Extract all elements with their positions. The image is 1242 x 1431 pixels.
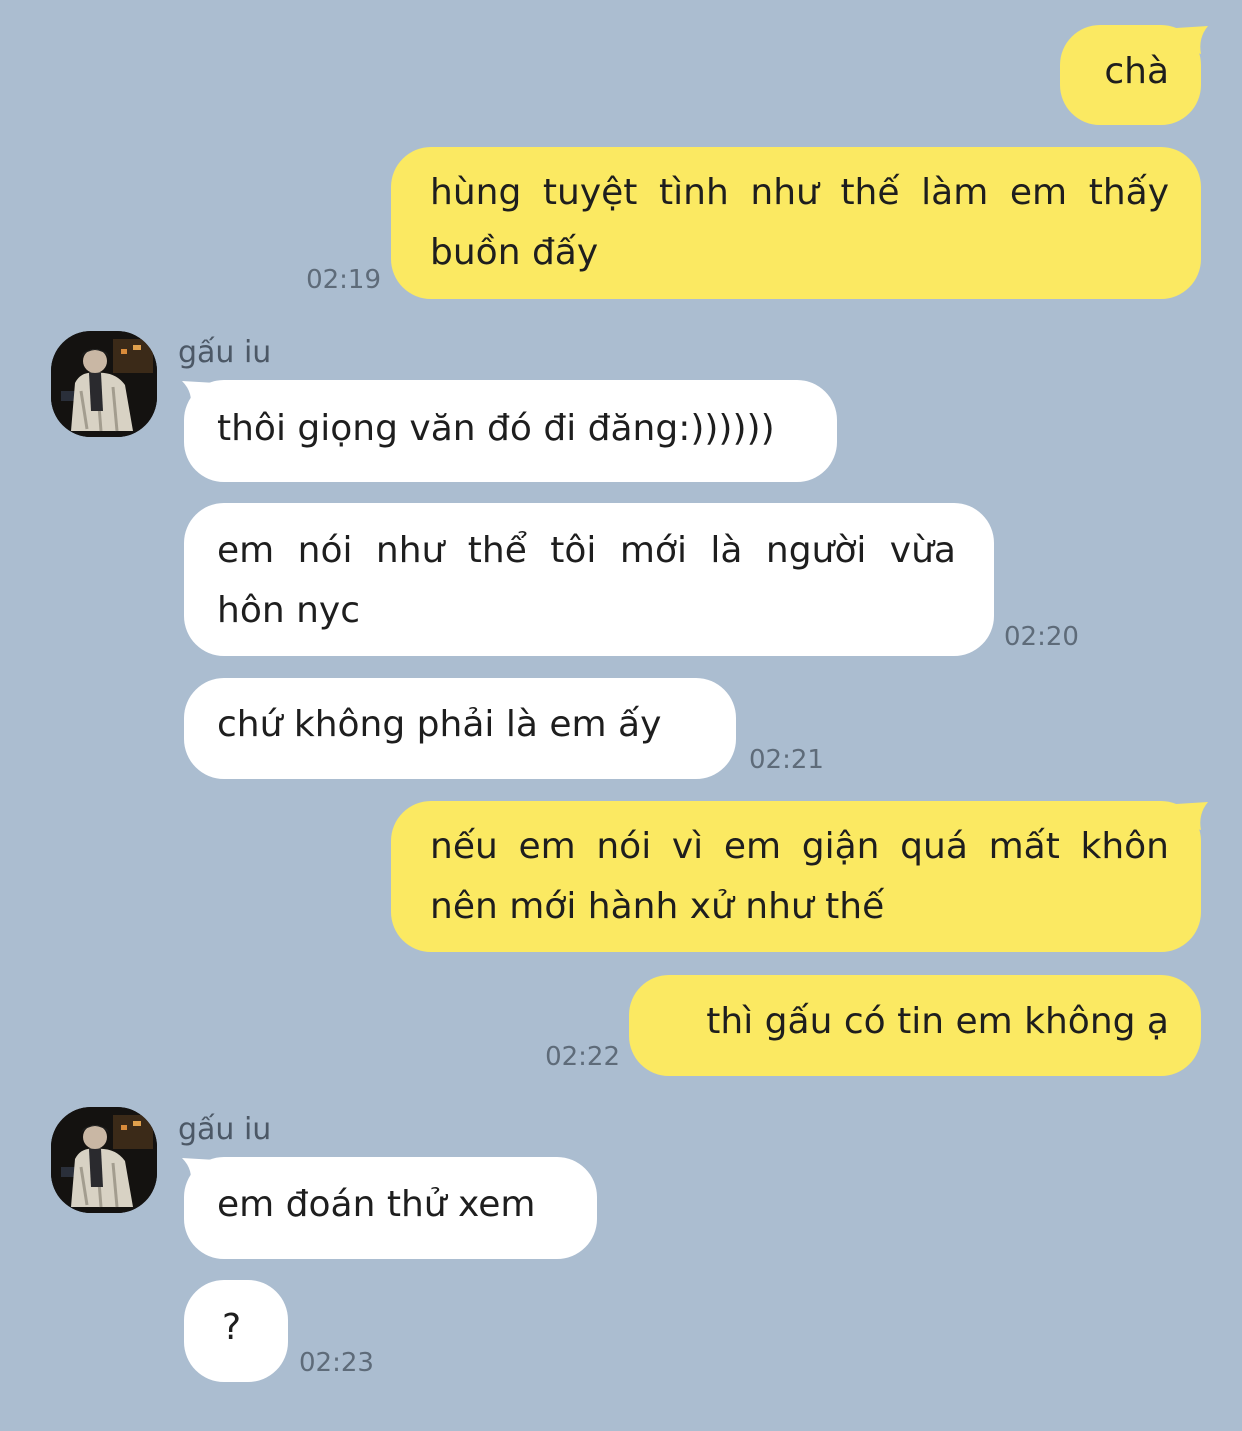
incoming-message-bubble[interactable]: chứ không phải là em ấy: [184, 678, 736, 779]
outgoing-message-bubble[interactable]: chà: [1060, 25, 1201, 125]
outgoing-message-bubble[interactable]: thì gấu có tin em không ạ: [629, 975, 1201, 1076]
message-text: chà: [1104, 51, 1169, 92]
incoming-message-bubble[interactable]: em đoán thử xem: [184, 1157, 597, 1259]
chat-screen: { "contact": { "name": "gấu iu" }, "colo…: [0, 0, 1242, 1431]
message-timestamp: 02:22: [545, 1042, 620, 1072]
message-text-line: nên mới hành xử như thế: [430, 886, 885, 927]
message-text: em đoán thử xem: [217, 1184, 536, 1225]
message-text: thì gấu có tin em không ạ: [706, 1001, 1169, 1042]
message-text-line: hôn nyc: [217, 590, 361, 631]
message-timestamp: 02:23: [299, 1348, 374, 1378]
contact-avatar[interactable]: [51, 331, 157, 437]
contact-avatar[interactable]: [51, 1107, 157, 1213]
avatar-photo-icon: [51, 331, 157, 437]
incoming-message-bubble[interactable]: em nói như thể tôi mới là người vừa hôn …: [184, 503, 994, 656]
message-text: chứ không phải là em ấy: [217, 704, 662, 745]
message-text-line: hùng tuyệt tình như thế làm em thấy: [430, 172, 1169, 213]
sender-name: gấu iu: [178, 335, 272, 370]
message-text-line: buồn đấy: [430, 232, 599, 273]
sender-name: gấu iu: [178, 1112, 272, 1147]
outgoing-message-bubble[interactable]: nếu em nói vì em giận quá mất khôn nên m…: [391, 801, 1201, 952]
incoming-message-bubble[interactable]: ?: [184, 1280, 288, 1382]
avatar-photo-icon: [51, 1107, 157, 1213]
message-text-line: nếu em nói vì em giận quá mất khôn: [430, 826, 1169, 867]
message-timestamp: 02:20: [1004, 622, 1079, 652]
incoming-message-bubble[interactable]: thôi giọng văn đó đi đăng:)))))): [184, 380, 837, 482]
message-timestamp: 02:19: [306, 265, 381, 295]
message-timestamp: 02:21: [749, 745, 824, 775]
outgoing-message-bubble[interactable]: hùng tuyệt tình như thế làm em thấy buồn…: [391, 147, 1201, 299]
message-text: thôi giọng văn đó đi đăng:)))))): [217, 408, 775, 449]
message-text-line: em nói như thể tôi mới là người vừa: [217, 530, 956, 571]
message-text: ?: [222, 1307, 242, 1348]
